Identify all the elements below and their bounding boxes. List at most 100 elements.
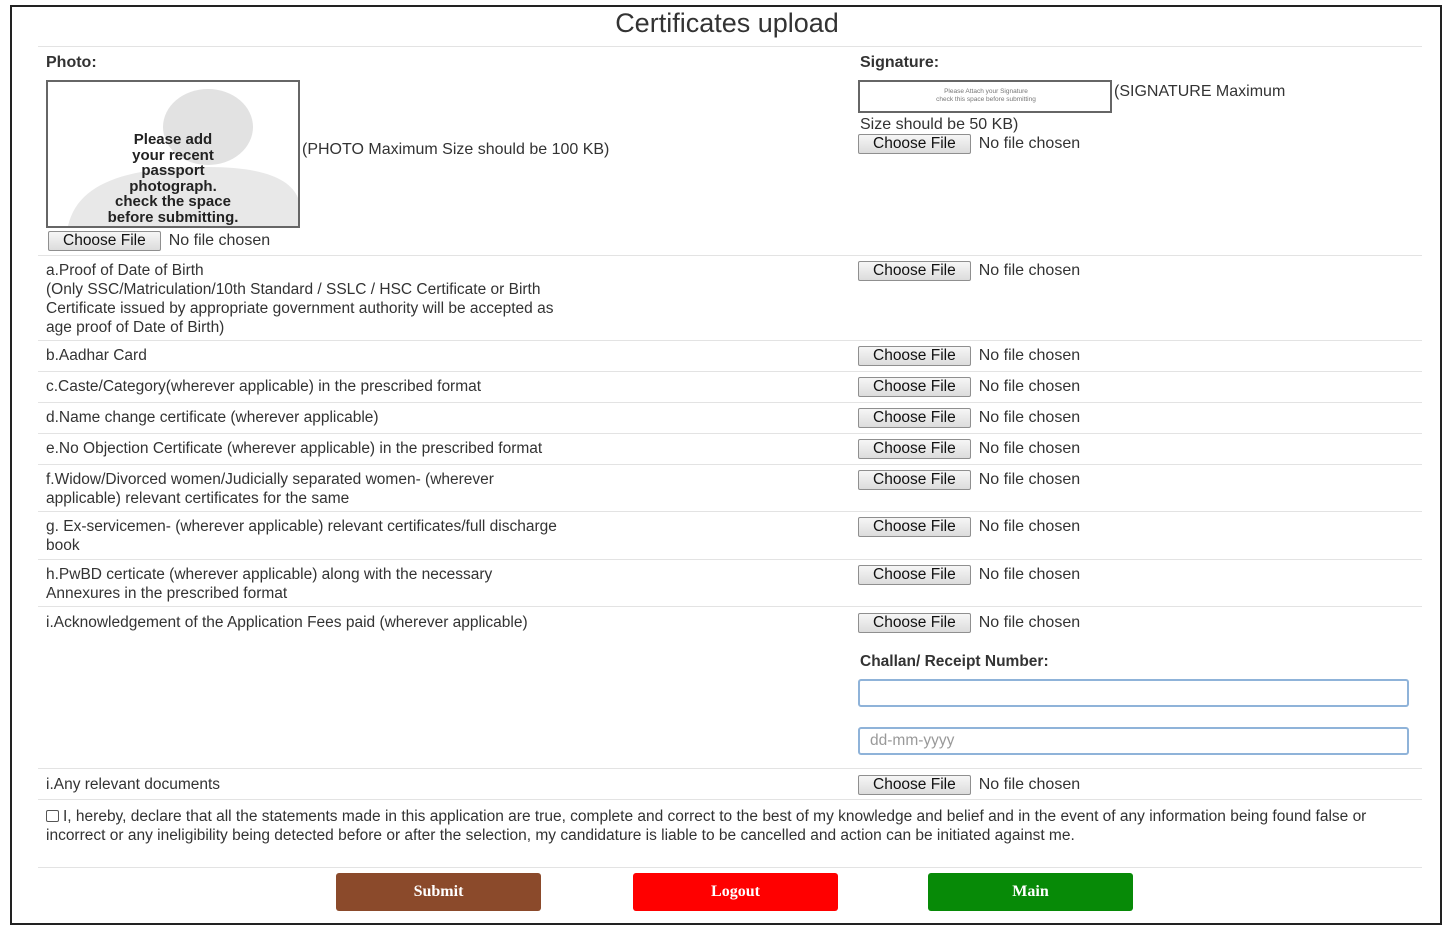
choose-file-button[interactable]: Choose File [858, 134, 971, 154]
text-line: check the space [115, 193, 231, 210]
text-line: i.Any relevant documents [46, 776, 221, 793]
page-title: Certificates upload [615, 8, 839, 38]
row-divider [38, 799, 1422, 800]
file-status: No file chosen [978, 409, 1081, 426]
file-status: No file chosen [978, 518, 1081, 535]
choose-file-button[interactable]: Choose File [858, 517, 971, 537]
name-change-file-input[interactable]: Choose File No file chosen [858, 408, 1080, 428]
dob-file-input[interactable]: Choose File No file chosen [858, 261, 1080, 281]
row-divider [38, 867, 1422, 868]
text-line: applicable) relevant certificates for th… [46, 490, 350, 507]
file-status: No file chosen [978, 135, 1081, 152]
photo-label: Photo: [46, 54, 97, 71]
noc-file-input[interactable]: Choose File No file chosen [858, 439, 1080, 459]
row-divider [38, 433, 1422, 434]
declaration-checkbox[interactable] [46, 810, 59, 822]
choose-file-button[interactable]: Choose File [858, 377, 971, 397]
file-status: No file chosen [168, 232, 271, 249]
text-line: h.PwBD certicate (wherever applicable) a… [46, 566, 493, 583]
doc-label-dob: a.Proof of Date of Birth (Only SSC/Matric… [46, 261, 553, 337]
text-line: i.Acknowledgement of the Application Fee… [46, 614, 528, 631]
doc-label-caste: c.Caste/Category(wherever applicable) in… [46, 377, 481, 396]
challan-number-input[interactable] [858, 679, 1409, 707]
file-status: No file chosen [978, 378, 1081, 395]
row-divider [38, 464, 1422, 465]
text-line: c.Caste/Category(wherever applicable) in… [46, 378, 482, 395]
text-line: e.No Objection Certificate (wherever app… [46, 440, 543, 457]
file-status: No file chosen [978, 471, 1081, 488]
logout-button[interactable]: Logout [633, 873, 838, 911]
row-divider [38, 255, 1422, 256]
text-line: Annexures in the prescribed format [46, 585, 288, 602]
text-line: g. Ex-servicemen- (wherever applicable) … [46, 518, 557, 535]
choose-file-button[interactable]: Choose File [858, 775, 971, 795]
widow-file-input[interactable]: Choose File No file chosen [858, 470, 1080, 490]
text-line: book [46, 537, 80, 554]
photo-preview: Please add your recent passport photograph.… [46, 80, 300, 228]
text-line: f.Widow/Divorced women/Judicially separa… [46, 471, 494, 488]
text-line: before submitting. [107, 208, 239, 226]
relevant-file-input[interactable]: Choose File No file chosen [858, 775, 1080, 795]
text-line: Certificate issued by appropriate govern… [46, 300, 554, 317]
text-line: passport [141, 162, 205, 179]
ex-servicemen-file-input[interactable]: Choose File No file chosen [858, 517, 1080, 537]
text-line: (Only SSC/Matriculation/10th Standard / … [46, 281, 541, 298]
doc-label-pwbd: h.PwBD certicate (wherever applicable) a… [46, 565, 492, 603]
choose-file-button[interactable]: Choose File [858, 439, 971, 459]
main-button[interactable]: Main [928, 873, 1133, 911]
challan-date-input[interactable] [858, 727, 1409, 755]
row-divider [38, 402, 1422, 403]
signature-size-note-line2: Size should be 50 KB) [860, 116, 1019, 133]
choose-file-button[interactable]: Choose File [858, 470, 971, 490]
aadhar-file-input[interactable]: Choose File No file chosen [858, 346, 1080, 366]
doc-label-ex-servicemen: g. Ex-servicemen- (wherever applicable) … [46, 517, 557, 555]
text-line: age proof of Date of Birth) [46, 319, 225, 336]
text-line: check this space before submitting [936, 96, 1036, 103]
caste-file-input[interactable]: Choose File No file chosen [858, 377, 1080, 397]
file-status: No file chosen [978, 347, 1081, 364]
choose-file-button[interactable]: Choose File [858, 613, 971, 633]
doc-label-aadhar: b.Aadhar Card [46, 346, 147, 365]
photo-size-note: (PHOTO Maximum Size should be 100 KB) [302, 141, 610, 158]
pwbd-file-input[interactable]: Choose File No file chosen [858, 565, 1080, 585]
row-divider [38, 340, 1422, 341]
photo-file-input[interactable]: Choose File No file chosen [48, 231, 270, 251]
declaration: I, hereby, declare that all the statemen… [46, 807, 1406, 845]
row-divider [38, 606, 1422, 607]
doc-label-noc: e.No Objection Certificate (wherever app… [46, 439, 542, 458]
file-status: No file chosen [978, 566, 1081, 583]
text-line: b.Aadhar Card [46, 347, 147, 364]
photo-placeholder-text: Please add your recent passport photograph.… [48, 132, 298, 225]
signature-placeholder-text: Please Attach your Signature check this s… [866, 88, 1106, 104]
declaration-text: I, hereby, declare that all the statemen… [46, 808, 1367, 844]
submit-button[interactable]: Submit [336, 873, 541, 911]
text-line: Please add [133, 131, 213, 148]
text-line: d.Name change certificate (wherever appl… [46, 409, 379, 426]
text-line: your recent [132, 146, 214, 164]
doc-label-name-change: d.Name change certificate (wherever appl… [46, 408, 379, 427]
row-divider [38, 768, 1422, 769]
choose-file-button[interactable]: Choose File [48, 231, 161, 251]
doc-label-widow: f.Widow/Divorced women/Judicially separa… [46, 470, 494, 508]
file-status: No file chosen [978, 776, 1081, 793]
file-status: No file chosen [978, 440, 1081, 457]
signature-label: Signature: [860, 54, 940, 71]
file-status: No file chosen [978, 262, 1081, 279]
fees-file-input[interactable]: Choose File No file chosen [858, 613, 1080, 633]
signature-size-note-line1: (SIGNATURE Maximum [1114, 83, 1286, 100]
signature-preview: Please Attach your Signature check this s… [858, 80, 1112, 113]
row-divider [38, 559, 1422, 560]
row-divider [38, 511, 1422, 512]
row-divider [38, 46, 1422, 47]
choose-file-button[interactable]: Choose File [858, 346, 971, 366]
doc-label-fees: i.Acknowledgement of the Application Fee… [46, 613, 528, 632]
text-line: photograph. [129, 177, 217, 195]
challan-label: Challan/ Receipt Number: [860, 653, 1049, 670]
choose-file-button[interactable]: Choose File [858, 565, 971, 585]
row-divider [38, 371, 1422, 372]
doc-label-relevant: i.Any relevant documents [46, 775, 220, 794]
signature-file-input[interactable]: Choose File No file chosen [858, 134, 1080, 154]
text-line: a.Proof of Date of Birth [46, 262, 204, 279]
choose-file-button[interactable]: Choose File [858, 261, 971, 281]
choose-file-button[interactable]: Choose File [858, 408, 971, 428]
